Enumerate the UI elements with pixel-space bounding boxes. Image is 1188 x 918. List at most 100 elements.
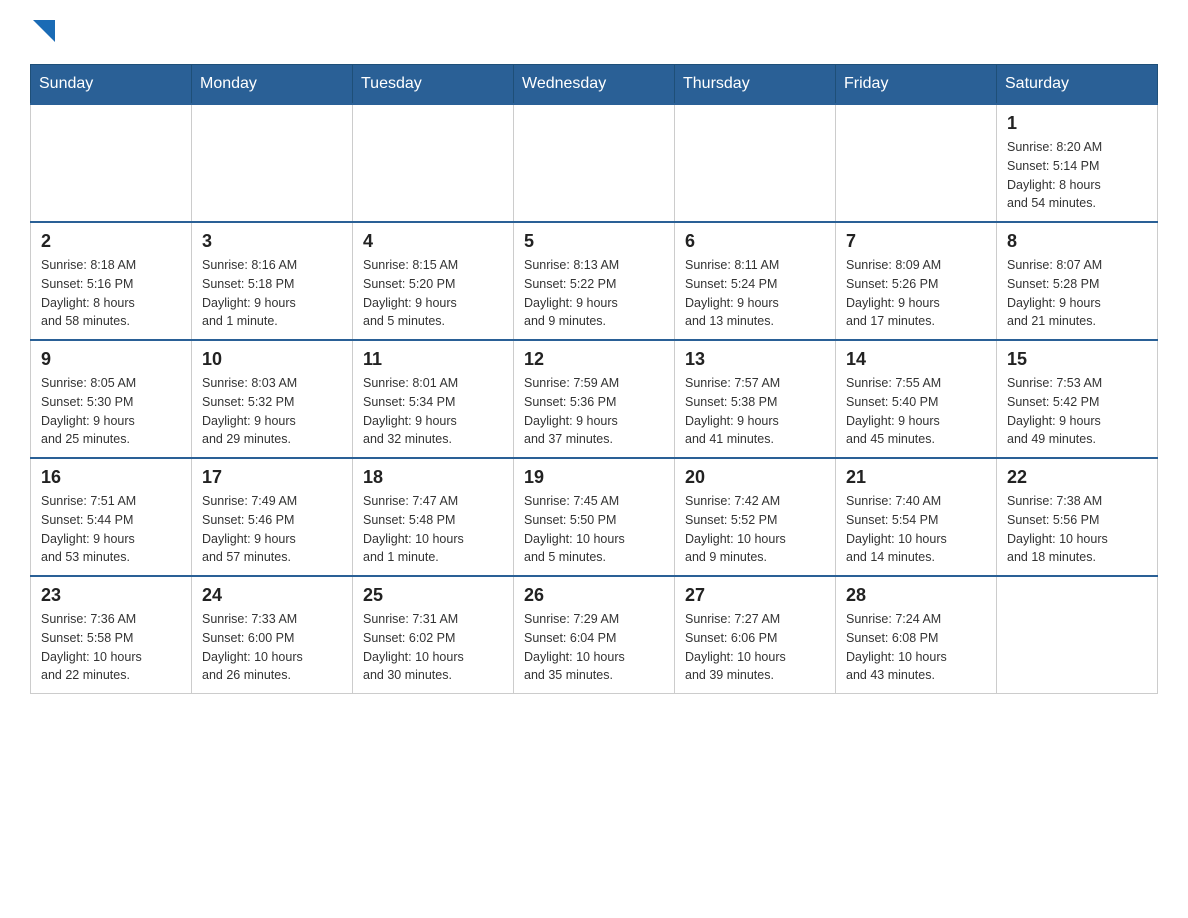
week-row-2: 2 Sunrise: 8:18 AM Sunset: 5:16 PM Daylig… <box>31 222 1158 340</box>
day-number: 24 <box>202 585 342 606</box>
day-number: 6 <box>685 231 825 252</box>
day-number: 16 <box>41 467 181 488</box>
calendar-cell: 14 Sunrise: 7:55 AM Sunset: 5:40 PM Dayli… <box>836 340 997 458</box>
day-info: Sunrise: 7:24 AM Sunset: 6:08 PM Dayligh… <box>846 610 986 685</box>
day-number: 1 <box>1007 113 1147 134</box>
calendar-cell: 1 Sunrise: 8:20 AM Sunset: 5:14 PM Daylig… <box>997 104 1158 222</box>
page-header <box>30 20 1158 44</box>
weekday-header-friday: Friday <box>836 65 997 105</box>
day-info: Sunrise: 7:38 AM Sunset: 5:56 PM Dayligh… <box>1007 492 1147 567</box>
day-number: 26 <box>524 585 664 606</box>
calendar-cell: 21 Sunrise: 7:40 AM Sunset: 5:54 PM Dayli… <box>836 458 997 576</box>
day-info: Sunrise: 8:07 AM Sunset: 5:28 PM Dayligh… <box>1007 256 1147 331</box>
calendar-cell: 23 Sunrise: 7:36 AM Sunset: 5:58 PM Dayli… <box>31 576 192 694</box>
logo-arrow-icon <box>33 20 55 42</box>
week-row-4: 16 Sunrise: 7:51 AM Sunset: 5:44 PM Dayli… <box>31 458 1158 576</box>
day-number: 11 <box>363 349 503 370</box>
week-row-5: 23 Sunrise: 7:36 AM Sunset: 5:58 PM Dayli… <box>31 576 1158 694</box>
day-info: Sunrise: 7:40 AM Sunset: 5:54 PM Dayligh… <box>846 492 986 567</box>
day-number: 22 <box>1007 467 1147 488</box>
calendar-cell: 12Sunrise: 7:59 AM Sunset: 5:36 PM Dayli… <box>514 340 675 458</box>
calendar-cell <box>836 104 997 222</box>
logo <box>30 20 55 44</box>
calendar-cell <box>192 104 353 222</box>
week-row-1: 1 Sunrise: 8:20 AM Sunset: 5:14 PM Daylig… <box>31 104 1158 222</box>
day-info: Sunrise: 7:53 AM Sunset: 5:42 PM Dayligh… <box>1007 374 1147 449</box>
day-info: Sunrise: 7:45 AM Sunset: 5:50 PM Dayligh… <box>524 492 664 567</box>
weekday-header-saturday: Saturday <box>997 65 1158 105</box>
calendar-cell: 13 Sunrise: 7:57 AM Sunset: 5:38 PM Dayli… <box>675 340 836 458</box>
day-info: Sunrise: 7:55 AM Sunset: 5:40 PM Dayligh… <box>846 374 986 449</box>
day-info: Sunrise: 7:29 AM Sunset: 6:04 PM Dayligh… <box>524 610 664 685</box>
day-info: Sunrise: 7:51 AM Sunset: 5:44 PM Dayligh… <box>41 492 181 567</box>
calendar-cell: 9 Sunrise: 8:05 AM Sunset: 5:30 PM Daylig… <box>31 340 192 458</box>
day-info: Sunrise: 8:18 AM Sunset: 5:16 PM Dayligh… <box>41 256 181 331</box>
day-number: 9 <box>41 349 181 370</box>
week-row-3: 9 Sunrise: 8:05 AM Sunset: 5:30 PM Daylig… <box>31 340 1158 458</box>
day-number: 18 <box>363 467 503 488</box>
day-number: 15 <box>1007 349 1147 370</box>
day-info: Sunrise: 8:11 AM Sunset: 5:24 PM Dayligh… <box>685 256 825 331</box>
day-info: Sunrise: 8:15 AM Sunset: 5:20 PM Dayligh… <box>363 256 503 331</box>
weekday-header-tuesday: Tuesday <box>353 65 514 105</box>
day-info: Sunrise: 7:59 AM Sunset: 5:36 PM Dayligh… <box>524 374 664 449</box>
calendar-cell: 7 Sunrise: 8:09 AM Sunset: 5:26 PM Daylig… <box>836 222 997 340</box>
weekday-header-thursday: Thursday <box>675 65 836 105</box>
calendar-cell: 26 Sunrise: 7:29 AM Sunset: 6:04 PM Dayli… <box>514 576 675 694</box>
day-info: Sunrise: 8:05 AM Sunset: 5:30 PM Dayligh… <box>41 374 181 449</box>
calendar-cell: 19 Sunrise: 7:45 AM Sunset: 5:50 PM Dayli… <box>514 458 675 576</box>
calendar-cell: 10 Sunrise: 8:03 AM Sunset: 5:32 PM Dayli… <box>192 340 353 458</box>
day-info: Sunrise: 7:33 AM Sunset: 6:00 PM Dayligh… <box>202 610 342 685</box>
day-info: Sunrise: 7:36 AM Sunset: 5:58 PM Dayligh… <box>41 610 181 685</box>
calendar-table: SundayMondayTuesdayWednesdayThursdayFrid… <box>30 64 1158 694</box>
calendar-cell: 20Sunrise: 7:42 AM Sunset: 5:52 PM Dayli… <box>675 458 836 576</box>
calendar-cell: 27Sunrise: 7:27 AM Sunset: 6:06 PM Dayli… <box>675 576 836 694</box>
day-number: 7 <box>846 231 986 252</box>
day-number: 3 <box>202 231 342 252</box>
day-info: Sunrise: 7:57 AM Sunset: 5:38 PM Dayligh… <box>685 374 825 449</box>
calendar-cell: 15 Sunrise: 7:53 AM Sunset: 5:42 PM Dayli… <box>997 340 1158 458</box>
day-info: Sunrise: 7:47 AM Sunset: 5:48 PM Dayligh… <box>363 492 503 567</box>
calendar-cell: 8 Sunrise: 8:07 AM Sunset: 5:28 PM Daylig… <box>997 222 1158 340</box>
calendar-cell: 2 Sunrise: 8:18 AM Sunset: 5:16 PM Daylig… <box>31 222 192 340</box>
day-number: 13 <box>685 349 825 370</box>
calendar-cell: 17 Sunrise: 7:49 AM Sunset: 5:46 PM Dayli… <box>192 458 353 576</box>
weekday-header-monday: Monday <box>192 65 353 105</box>
day-info: Sunrise: 8:20 AM Sunset: 5:14 PM Dayligh… <box>1007 138 1147 213</box>
day-number: 14 <box>846 349 986 370</box>
day-info: Sunrise: 7:49 AM Sunset: 5:46 PM Dayligh… <box>202 492 342 567</box>
calendar-cell: 6 Sunrise: 8:11 AM Sunset: 5:24 PM Daylig… <box>675 222 836 340</box>
weekday-header-row: SundayMondayTuesdayWednesdayThursdayFrid… <box>31 65 1158 105</box>
day-number: 2 <box>41 231 181 252</box>
day-number: 27 <box>685 585 825 606</box>
calendar-cell: 24 Sunrise: 7:33 AM Sunset: 6:00 PM Dayli… <box>192 576 353 694</box>
calendar-cell: 18 Sunrise: 7:47 AM Sunset: 5:48 PM Dayli… <box>353 458 514 576</box>
day-info: Sunrise: 8:13 AM Sunset: 5:22 PM Dayligh… <box>524 256 664 331</box>
day-number: 23 <box>41 585 181 606</box>
day-info: Sunrise: 7:42 AM Sunset: 5:52 PM Dayligh… <box>685 492 825 567</box>
day-info: Sunrise: 8:01 AM Sunset: 5:34 PM Dayligh… <box>363 374 503 449</box>
calendar-cell: 25Sunrise: 7:31 AM Sunset: 6:02 PM Dayli… <box>353 576 514 694</box>
day-number: 5 <box>524 231 664 252</box>
calendar-cell <box>997 576 1158 694</box>
calendar-cell <box>353 104 514 222</box>
calendar-cell: 3 Sunrise: 8:16 AM Sunset: 5:18 PM Daylig… <box>192 222 353 340</box>
day-info: Sunrise: 8:03 AM Sunset: 5:32 PM Dayligh… <box>202 374 342 449</box>
day-number: 19 <box>524 467 664 488</box>
day-number: 8 <box>1007 231 1147 252</box>
day-info: Sunrise: 7:31 AM Sunset: 6:02 PM Dayligh… <box>363 610 503 685</box>
calendar-cell: 5 Sunrise: 8:13 AM Sunset: 5:22 PM Daylig… <box>514 222 675 340</box>
day-number: 10 <box>202 349 342 370</box>
day-number: 28 <box>846 585 986 606</box>
day-number: 17 <box>202 467 342 488</box>
day-number: 21 <box>846 467 986 488</box>
calendar-cell <box>514 104 675 222</box>
day-info: Sunrise: 8:09 AM Sunset: 5:26 PM Dayligh… <box>846 256 986 331</box>
day-number: 4 <box>363 231 503 252</box>
calendar-cell <box>31 104 192 222</box>
calendar-cell: 11 Sunrise: 8:01 AM Sunset: 5:34 PM Dayli… <box>353 340 514 458</box>
calendar-cell: 28 Sunrise: 7:24 AM Sunset: 6:08 PM Dayli… <box>836 576 997 694</box>
calendar-cell: 4 Sunrise: 8:15 AM Sunset: 5:20 PM Daylig… <box>353 222 514 340</box>
day-info: Sunrise: 8:16 AM Sunset: 5:18 PM Dayligh… <box>202 256 342 331</box>
weekday-header-sunday: Sunday <box>31 65 192 105</box>
